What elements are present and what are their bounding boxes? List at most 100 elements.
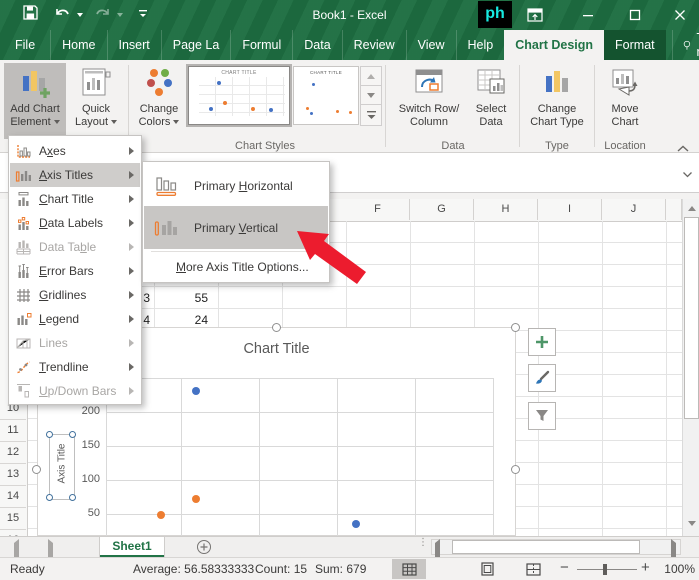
quick-layout-label2: Layout bbox=[75, 116, 118, 129]
submenu-item-more-axis-title-options[interactable]: More Axis Title Options... bbox=[144, 254, 328, 280]
chart-handle-left-middle[interactable] bbox=[32, 465, 41, 474]
zoom-slider-thumb[interactable] bbox=[603, 564, 607, 575]
submenu-arrow-icon bbox=[129, 267, 134, 275]
quick-layout-button[interactable]: Quick Layout bbox=[70, 63, 122, 139]
switch-row-column-button[interactable]: Switch Row/ Column bbox=[392, 63, 466, 139]
gallery-more-button[interactable] bbox=[360, 104, 382, 126]
chart-styles-button[interactable] bbox=[528, 364, 556, 392]
change-chart-type-button[interactable]: Change Chart Type bbox=[524, 63, 590, 139]
tab-data[interactable]: Data bbox=[292, 30, 341, 60]
menu-item-legend[interactable]: Legend bbox=[10, 307, 140, 331]
formula-bar-expand-button[interactable] bbox=[682, 166, 693, 184]
zoom-slider-track[interactable] bbox=[577, 569, 637, 570]
submenu-item-primary-horizontal[interactable]: Primary Horizontal bbox=[144, 165, 328, 206]
tab-page-layout[interactable]: Page La bbox=[160, 30, 231, 60]
gridlines-icon bbox=[17, 288, 30, 302]
column-header-h[interactable]: H bbox=[474, 199, 538, 220]
close-button[interactable] bbox=[668, 3, 692, 27]
vertical-scrollbar[interactable] bbox=[682, 199, 699, 536]
primary-vertical-icon bbox=[154, 220, 177, 236]
axis-title-handle[interactable] bbox=[46, 431, 53, 438]
chart-style-thumbnail-2[interactable]: CHART TITLE bbox=[293, 66, 359, 125]
gallery-scroll-up-button[interactable] bbox=[360, 66, 382, 87]
change-colors-label1: Change bbox=[139, 103, 179, 115]
menu-item-gridlines[interactable]: Gridlines bbox=[10, 283, 140, 307]
normal-view-button[interactable] bbox=[392, 559, 426, 579]
tab-chart-design[interactable]: Chart Design bbox=[504, 30, 605, 60]
row-header-15[interactable]: 15 bbox=[0, 507, 26, 530]
row-header-12[interactable]: 12 bbox=[0, 441, 26, 464]
group-label-data: Data bbox=[441, 140, 465, 152]
data-table-icon bbox=[16, 240, 31, 254]
menu-item-label: Axes bbox=[39, 144, 66, 158]
ribbon-tab-bar: File Home Insert Page La Formul Data Rev… bbox=[0, 30, 699, 60]
column-header-f[interactable]: F bbox=[346, 199, 410, 220]
horizontal-scrollbar-thumb[interactable] bbox=[452, 540, 640, 554]
scroll-down-button[interactable] bbox=[684, 515, 699, 531]
excel-window: Book1 - Excel ph File Home Insert Page L… bbox=[0, 0, 699, 580]
axis-title-box[interactable]: Axis Title bbox=[49, 434, 75, 500]
switch-row-column-label2: Column bbox=[410, 116, 448, 128]
thumbnail-dot bbox=[251, 107, 255, 111]
menu-item-label: Gridlines bbox=[39, 288, 87, 302]
minimize-button[interactable] bbox=[576, 3, 600, 27]
column-header-i[interactable]: I bbox=[538, 199, 602, 220]
menu-item-error-bars[interactable]: Error Bars bbox=[10, 259, 140, 283]
sheet-tab-sheet1[interactable]: Sheet1 bbox=[99, 537, 165, 557]
scroll-up-icon bbox=[687, 205, 696, 211]
add-chart-element-button[interactable]: Add Chart Element bbox=[4, 63, 66, 139]
page-break-preview-button[interactable] bbox=[516, 559, 550, 579]
axis-title-text: Axis Title bbox=[56, 443, 68, 484]
axis-title-handle[interactable] bbox=[69, 494, 76, 501]
maximize-button[interactable] bbox=[623, 3, 647, 27]
page-layout-view-button[interactable] bbox=[470, 559, 504, 579]
menu-item-chart-title[interactable]: Chart Title bbox=[10, 187, 140, 211]
tab-view[interactable]: View bbox=[405, 30, 456, 60]
zoom-out-button[interactable]: − bbox=[560, 559, 569, 576]
switch-row-column-icon bbox=[413, 63, 445, 101]
tab-file[interactable]: File bbox=[0, 30, 50, 60]
chart-handle-right-middle[interactable] bbox=[511, 465, 520, 474]
chart-handle-top-right[interactable] bbox=[511, 323, 520, 332]
move-chart-button[interactable]: Move Chart bbox=[600, 63, 650, 139]
chart-filters-button[interactable] bbox=[528, 402, 556, 430]
select-data-icon bbox=[475, 63, 507, 101]
tab-review[interactable]: Review bbox=[341, 30, 406, 60]
column-header-partial[interactable] bbox=[666, 199, 682, 220]
tab-insert[interactable]: Insert bbox=[106, 30, 161, 60]
scroll-up-button[interactable] bbox=[684, 200, 699, 216]
collapse-ribbon-icon bbox=[677, 145, 689, 152]
axis-title-handle[interactable] bbox=[69, 431, 76, 438]
ribbon-display-options-button[interactable] bbox=[523, 3, 547, 27]
tab-splitter-handle[interactable]: ⋮ bbox=[418, 538, 428, 548]
chart-handle-top-center[interactable] bbox=[272, 323, 281, 332]
menu-item-data-labels[interactable]: Data Labels bbox=[10, 211, 140, 235]
chart-style-thumbnail-1[interactable]: CHART TITLE bbox=[186, 64, 292, 127]
row-header-14[interactable]: 14 bbox=[0, 485, 26, 508]
gallery-scroll-down-button[interactable] bbox=[360, 85, 382, 106]
menu-item-axis-titles[interactable]: Axis Titles bbox=[10, 163, 140, 187]
menu-item-trendline[interactable]: Trendline bbox=[10, 355, 140, 379]
tab-home[interactable]: Home bbox=[50, 30, 106, 60]
axis-title-handle[interactable] bbox=[46, 494, 53, 501]
tab-formulas[interactable]: Formul bbox=[230, 30, 292, 60]
horizontal-scrollbar[interactable] bbox=[431, 539, 681, 564]
select-data-button[interactable]: Select Data bbox=[468, 63, 514, 139]
row-header-11[interactable]: 11 bbox=[0, 419, 26, 442]
zoom-in-button[interactable]: + bbox=[641, 559, 650, 576]
column-header-j[interactable]: J bbox=[602, 199, 666, 220]
tell-me-button[interactable]: Tell me bbox=[671, 30, 699, 60]
cell-c[interactable]: 55 bbox=[156, 287, 211, 309]
vertical-scrollbar-thumb[interactable] bbox=[684, 217, 699, 419]
submenu-item-primary-vertical[interactable]: Primary Vertical bbox=[144, 206, 328, 249]
axis-titles-icon bbox=[15, 170, 31, 182]
column-header-g[interactable]: G bbox=[410, 199, 474, 220]
tab-help[interactable]: Help bbox=[455, 30, 505, 60]
chart-elements-button[interactable] bbox=[528, 328, 556, 356]
change-colors-button[interactable]: Change Colors bbox=[134, 63, 184, 139]
row-header-13[interactable]: 13 bbox=[0, 463, 26, 486]
page-layout-view-icon bbox=[480, 562, 494, 576]
zoom-level[interactable]: 100% bbox=[655, 561, 695, 578]
menu-item-axes[interactable]: Axes bbox=[10, 139, 140, 163]
tab-format[interactable]: Format bbox=[604, 30, 666, 60]
